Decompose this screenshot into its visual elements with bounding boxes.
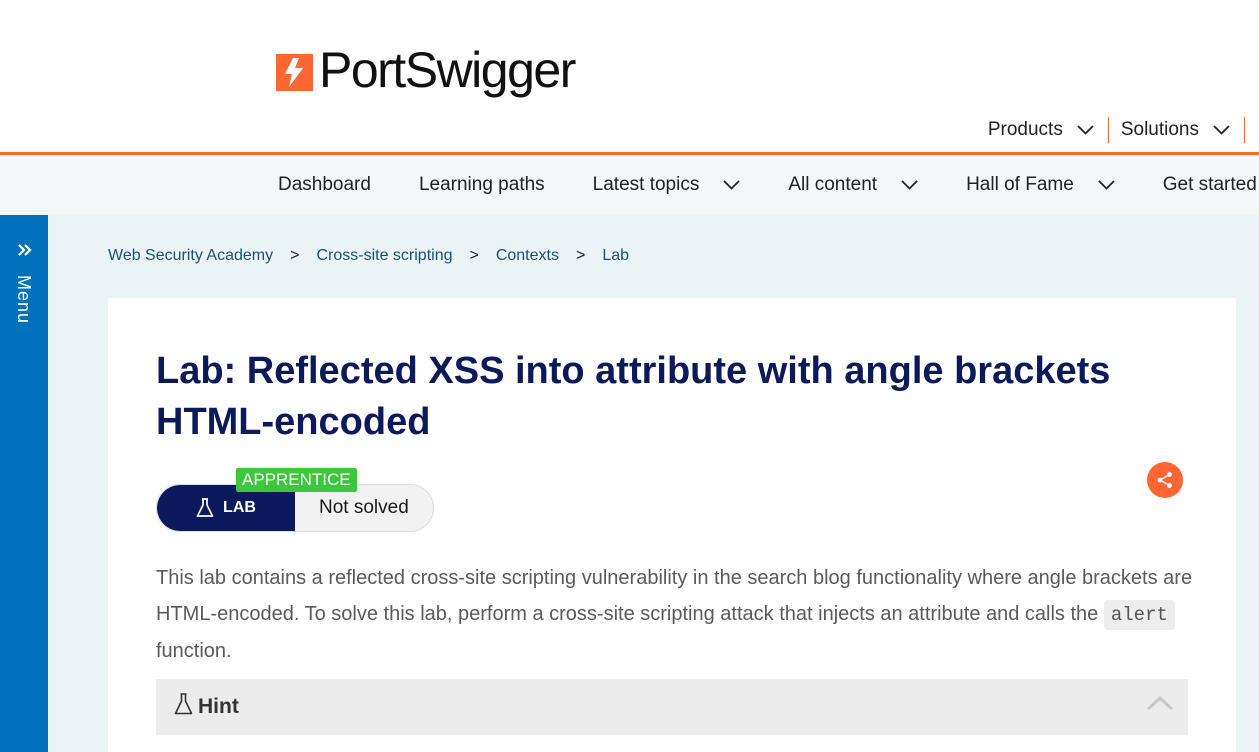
lab-type-label: LAB: [223, 499, 256, 516]
chevron-down-icon: [723, 180, 740, 190]
share-icon: [1157, 472, 1172, 488]
academy-nav-all-content[interactable]: All content: [788, 174, 918, 196]
chevron-down-icon: [1077, 125, 1094, 135]
breadcrumb-link[interactable]: Cross-site scripting: [316, 247, 452, 265]
breadcrumb: Web Security Academy > Cross-site script…: [108, 247, 629, 265]
nav-products-label: Products: [987, 119, 1063, 140]
site-header: PortSwigger Products Solutions: [0, 0, 1259, 155]
lab-description: This lab contains a reflected cross-site…: [156, 560, 1196, 669]
page-title: Lab: Reflected XSS into attribute with a…: [156, 350, 1111, 443]
academy-nav-label: Get started: [1162, 174, 1257, 195]
description-text: This lab contains a reflected cross-site…: [156, 567, 1193, 625]
nav-separator: [1244, 117, 1245, 143]
portswigger-logo-icon: [276, 53, 313, 91]
academy-nav-label: Latest topics: [592, 174, 700, 195]
main-content: Web Security Academy > Cross-site script…: [48, 215, 1259, 752]
academy-nav-label: Dashboard: [278, 174, 371, 195]
academy-nav-hall-of-fame[interactable]: Hall of Fame: [966, 174, 1115, 196]
double-chevron-right-icon: [18, 244, 32, 256]
top-nav: Products Solutions: [988, 116, 1245, 144]
chevron-down-icon: [901, 180, 918, 190]
side-menu-toggle[interactable]: Menu: [0, 215, 48, 752]
flask-icon: [174, 693, 193, 715]
share-button[interactable]: [1147, 462, 1183, 498]
chevron-down-icon: [1213, 125, 1230, 135]
breadcrumb-separator: >: [575, 247, 586, 264]
breadcrumb-link[interactable]: Web Security Academy: [108, 247, 273, 265]
academy-nav-get-started[interactable]: Get started: [1163, 174, 1257, 196]
breadcrumb-link[interactable]: Contexts: [496, 247, 559, 265]
nav-solutions-label: Solutions: [1120, 119, 1199, 140]
side-menu-label: Menu: [14, 275, 34, 325]
nav-separator: [1107, 117, 1109, 143]
flask-icon: [196, 498, 214, 517]
chevron-down-icon: [1098, 180, 1115, 190]
nav-solutions[interactable]: Solutions: [1121, 119, 1244, 141]
lab-card: Lab: Reflected XSS into attribute with a…: [108, 298, 1236, 752]
difficulty-level-tag: APPRENTICE: [236, 468, 357, 492]
academy-nav-learning-paths[interactable]: Learning paths: [419, 174, 545, 196]
hint-label: Hint: [198, 695, 239, 718]
academy-nav-latest-topics[interactable]: Latest topics: [593, 174, 741, 196]
lab-status-badge: LAB Not solved APPRENTICE: [156, 468, 436, 532]
nav-products[interactable]: Products: [988, 119, 1108, 141]
academy-nav-label: Hall of Fame: [966, 174, 1074, 195]
logo-wordmark: PortSwigger: [319, 42, 576, 98]
academy-nav: Dashboard Learning paths Latest topics A…: [0, 155, 1259, 215]
academy-nav-label: Learning paths: [418, 174, 545, 195]
breadcrumb-separator: >: [469, 247, 479, 264]
chevron-up-icon: [1146, 695, 1174, 711]
academy-nav-dashboard[interactable]: Dashboard: [278, 174, 371, 196]
page: PortSwigger Products Solutions Dashboard…: [0, 0, 1259, 752]
academy-nav-label: All content: [788, 174, 878, 195]
hint-toggle[interactable]: Hint: [156, 679, 1188, 735]
breadcrumb-separator: >: [290, 247, 300, 264]
portswigger-logo[interactable]: PortSwigger: [276, 42, 576, 98]
inline-code: alert: [1103, 600, 1175, 630]
description-text: function.: [156, 640, 232, 662]
breadcrumb-link[interactable]: Lab: [602, 247, 629, 265]
